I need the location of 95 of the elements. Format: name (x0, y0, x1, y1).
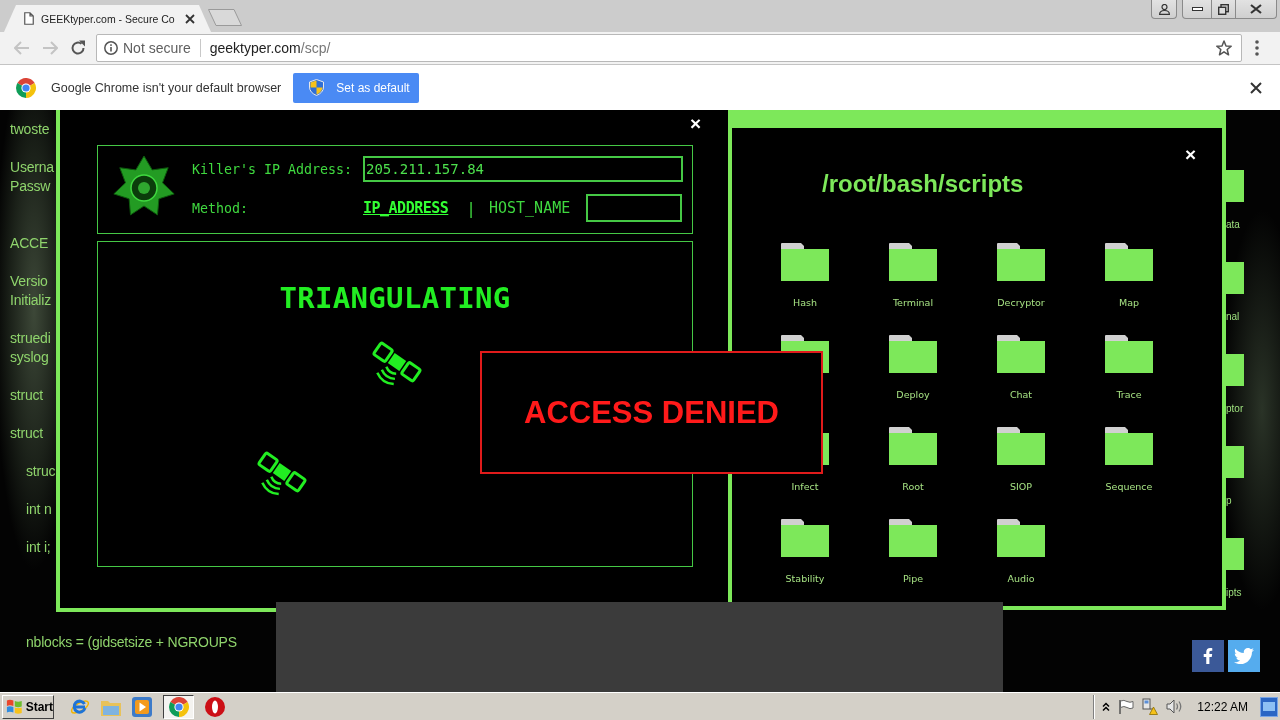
taskbar-button[interactable] (163, 694, 194, 719)
twitter-icon (1234, 646, 1254, 666)
start-button[interactable]: Start (2, 694, 54, 719)
method-link[interactable]: IP_ADDRESS (363, 199, 449, 217)
folder-item[interactable]: Audio (967, 519, 1075, 585)
folder-icon (889, 335, 937, 373)
separator: | (466, 198, 476, 218)
code-line: struc (26, 462, 56, 481)
chrome-icon (168, 696, 189, 717)
windows-logo-icon (6, 698, 23, 715)
folder-item[interactable]: Sequence (1075, 427, 1183, 493)
close-button[interactable] (1236, 0, 1277, 19)
chrome-icon (16, 77, 36, 98)
security-label: Not secure (123, 40, 191, 56)
folder-icon (889, 427, 937, 465)
folder-icon (1105, 427, 1153, 465)
folder-item[interactable]: Pipe (859, 519, 967, 585)
ip-address-field[interactable]: 205.211.157.84 (363, 156, 683, 182)
circle-logo-icon (205, 696, 225, 717)
restore-button[interactable] (1212, 0, 1236, 19)
close-button[interactable]: × (1184, 145, 1196, 164)
clock[interactable]: 12:22 AM (1197, 699, 1248, 714)
code-line: Userna (10, 158, 54, 177)
code-line: struct (10, 424, 44, 443)
badge-icon (113, 155, 175, 217)
folder-label: p (1226, 495, 1232, 507)
folder-icon (997, 243, 1045, 281)
social-button[interactable] (1192, 640, 1224, 672)
taskbar-button[interactable] (205, 694, 225, 719)
folder-icon (1105, 243, 1153, 281)
show-desktop-icon[interactable] (1260, 696, 1278, 717)
code-line: twoste (10, 120, 50, 139)
folder-item[interactable]: Trace (1075, 335, 1183, 401)
code-line: ACCE (10, 234, 49, 253)
folder-item[interactable]: Deploy (859, 335, 967, 401)
file-icon (24, 12, 34, 25)
code-line: Versio (10, 272, 48, 291)
folder-label: ptor (1226, 403, 1244, 415)
folder-label: nal (1226, 311, 1240, 323)
bookmark-star-icon[interactable] (1216, 40, 1232, 56)
speaker-icon[interactable] (1166, 699, 1184, 714)
close-icon[interactable] (185, 13, 195, 24)
restore-icon (1218, 3, 1229, 15)
field-label: Killer's IP Address: (192, 161, 354, 177)
close-icon[interactable] (1250, 81, 1262, 94)
infobar-message: Google Chrome isn't your default browser (51, 80, 282, 95)
folder-item[interactable]: SIOP (967, 427, 1075, 493)
code-line: nblocks = (gidsetsize + NGROUPS (26, 633, 237, 652)
window-title: /root/bash/scripts (822, 170, 1024, 198)
folder-icon (997, 427, 1045, 465)
play-icon (132, 696, 152, 717)
reload-icon[interactable] (70, 40, 86, 56)
folder-item[interactable]: Stability (751, 519, 859, 585)
url-text: geektyper.com/scp/ (209, 40, 331, 56)
folder-item[interactable]: Chat (967, 335, 1075, 401)
status-text: TRIANGULATING (279, 280, 511, 316)
code-line: syslog (10, 348, 49, 367)
address-field[interactable]: Not secure geektyper.com/scp/ (96, 34, 1242, 62)
folder-icon (997, 335, 1045, 373)
folder-icon (781, 519, 829, 557)
person-icon (1158, 3, 1170, 15)
shield-icon (309, 79, 325, 96)
minimize-icon (1191, 7, 1203, 11)
code-line: struedi (10, 329, 51, 348)
folder-icon (781, 243, 829, 281)
code-line: Initializ (10, 291, 51, 310)
code-line: int n (26, 500, 52, 519)
flag-icon[interactable] (1118, 698, 1135, 715)
info-icon (104, 41, 118, 55)
folder-icon (1105, 335, 1153, 373)
folder-item[interactable]: Terminal (859, 243, 967, 309)
folder-item[interactable]: Map (1075, 243, 1183, 309)
field-label: Method: (192, 200, 250, 216)
code-line: Passw (10, 177, 51, 196)
browser-tab[interactable]: GEEKtyper.com - Secure Co (4, 5, 211, 32)
folder-item[interactable]: Hash (751, 243, 859, 309)
chevron-up-icon[interactable] (1102, 701, 1111, 712)
code-line: int i; (26, 538, 51, 557)
code-line: struct (10, 386, 44, 405)
method-link[interactable]: HOST_NAME (488, 199, 571, 217)
input-field[interactable] (586, 194, 683, 222)
network-icon[interactable] (1142, 698, 1159, 715)
user-button[interactable] (1151, 0, 1177, 19)
minimize-button[interactable] (1182, 0, 1212, 19)
folder-item[interactable]: Decryptor (967, 243, 1075, 309)
access-denied-dialog: ACCESS DENIED (480, 351, 823, 474)
folder-item[interactable]: Root (859, 427, 967, 493)
folder-icon (889, 243, 937, 281)
folder-icon (889, 519, 937, 557)
folder-label: ata (1226, 219, 1240, 231)
folder-icon (997, 519, 1045, 557)
close-button[interactable]: × (689, 114, 701, 133)
close-icon (1250, 4, 1262, 14)
menu-icon[interactable] (1255, 40, 1259, 56)
folder-label: ipts (1226, 587, 1242, 599)
